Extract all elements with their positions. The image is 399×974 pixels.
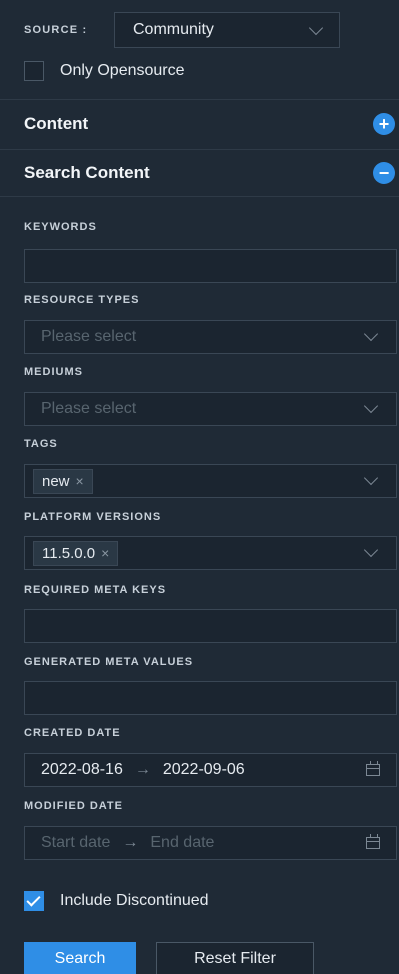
arrow-right-icon: → xyxy=(122,834,139,851)
created-date-range-picker[interactable]: 2022-08-16 → 2022-09-06 xyxy=(24,753,397,787)
modified-date-start[interactable]: Start date xyxy=(41,834,110,852)
keywords-input[interactable] xyxy=(24,249,397,283)
source-value: Community xyxy=(133,21,214,38)
created-date-label: CREATED DATE xyxy=(24,727,121,739)
calendar-icon[interactable] xyxy=(366,761,380,776)
tag-chip-label: new xyxy=(42,472,70,490)
mediums-select[interactable]: Please select xyxy=(24,392,397,426)
tags-label: TAGS xyxy=(24,438,58,450)
modified-date-range-picker[interactable]: Start date → End date xyxy=(24,826,397,860)
chevron-down-icon xyxy=(363,326,379,342)
close-icon[interactable]: × xyxy=(76,473,84,489)
checkbox-icon[interactable] xyxy=(24,61,44,81)
generated-meta-values-label: GENERATED META VALUES xyxy=(24,656,194,668)
modified-date-label: MODIFIED DATE xyxy=(24,800,123,812)
chevron-down-icon xyxy=(308,20,324,35)
only-opensource-checkbox[interactable]: Only Opensource xyxy=(24,61,185,81)
only-opensource-label: Only Opensource xyxy=(60,62,185,79)
resource-types-select[interactable]: Please select xyxy=(24,320,397,354)
action-buttons: Search Reset Filter xyxy=(24,942,314,974)
keywords-label: KEYWORDS xyxy=(24,221,97,233)
content-section-title: Content xyxy=(24,113,89,133)
source-row: SOURCE : Community xyxy=(24,12,340,48)
mediums-label: MEDIUMS xyxy=(24,366,83,378)
source-select[interactable]: Community xyxy=(114,12,340,48)
chevron-down-icon xyxy=(363,398,379,414)
search-filter-panel: SOURCE : Community Only Opensource Conte… xyxy=(0,0,399,974)
required-meta-keys-label: REQUIRED META KEYS xyxy=(24,584,167,596)
close-icon[interactable]: × xyxy=(101,545,109,561)
modified-date-end[interactable]: End date xyxy=(150,834,214,852)
required-meta-keys-input[interactable] xyxy=(24,609,397,643)
reset-filter-button[interactable]: Reset Filter xyxy=(156,942,314,974)
mediums-placeholder: Please select xyxy=(41,400,137,417)
search-content-section-header[interactable]: Search Content − xyxy=(0,149,399,197)
search-button[interactable]: Search xyxy=(24,942,136,974)
resource-types-label: RESOURCE TYPES xyxy=(24,294,140,306)
source-label: SOURCE : xyxy=(24,24,88,36)
generated-meta-values-input[interactable] xyxy=(24,681,397,715)
minus-icon[interactable]: − xyxy=(373,162,395,184)
content-section-header[interactable]: Content + xyxy=(0,99,399,147)
include-discontinued-checkbox[interactable]: Include Discontinued xyxy=(24,891,209,911)
chevron-down-icon xyxy=(363,542,379,558)
include-discontinued-label: Include Discontinued xyxy=(60,892,209,909)
platform-versions-label: PLATFORM VERSIONS xyxy=(24,511,162,523)
resource-types-placeholder: Please select xyxy=(41,328,137,345)
arrow-right-icon: → xyxy=(134,761,151,778)
chevron-down-icon xyxy=(363,470,379,486)
calendar-icon[interactable] xyxy=(366,834,380,849)
created-date-end[interactable]: 2022-09-06 xyxy=(163,761,245,779)
plus-icon[interactable]: + xyxy=(373,112,395,135)
platform-version-chip-label: 11.5.0.0 xyxy=(42,544,96,562)
search-content-section-title: Search Content xyxy=(24,163,150,182)
created-date-start[interactable]: 2022-08-16 xyxy=(41,761,123,779)
platform-versions-select[interactable]: 11.5.0.0 × xyxy=(24,536,397,570)
tag-chip: new × xyxy=(33,468,93,494)
platform-version-chip: 11.5.0.0 × xyxy=(33,540,119,566)
checkbox-checked-icon[interactable] xyxy=(24,891,44,911)
tags-select[interactable]: new × xyxy=(24,464,397,498)
